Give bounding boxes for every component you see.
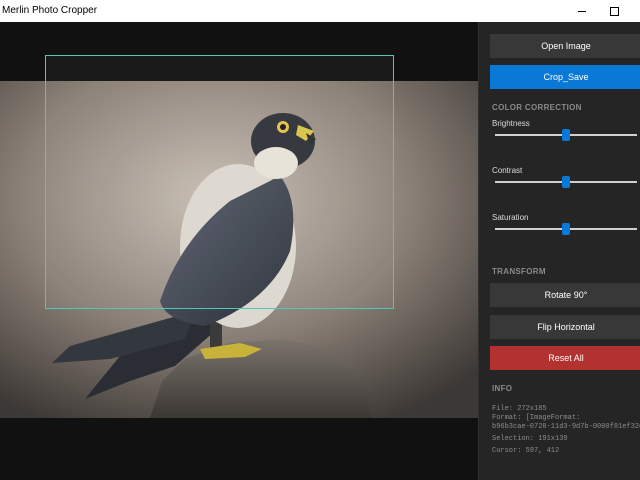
- open-image-button[interactable]: Open Image: [490, 34, 640, 58]
- info-selection: Selection: 191x139: [492, 435, 568, 443]
- crop-selection[interactable]: [45, 55, 394, 309]
- app-window: Merlin Photo Cropper Open Image Crop_Sav…: [0, 0, 640, 480]
- saturation-label: Saturation: [492, 213, 529, 222]
- info-heading: INFO: [492, 384, 513, 393]
- minimize-button[interactable]: [566, 0, 598, 22]
- info-format-guid: b96b3cae-0728-11d3-9d7b-0000f81ef32e]: [492, 423, 640, 431]
- contrast-slider[interactable]: [495, 175, 637, 189]
- title-bar: Merlin Photo Cropper: [0, 0, 640, 23]
- info-file: File: 272x185: [492, 405, 547, 413]
- info-cursor: Cursor: 597, 412: [492, 447, 560, 455]
- brightness-thumb[interactable]: [562, 129, 570, 141]
- transform-heading: TRANSFORM: [492, 267, 546, 276]
- brightness-label: Brightness: [492, 119, 530, 128]
- color-correction-heading: COLOR CORRECTION: [492, 103, 582, 112]
- letterbox-bottom: [0, 418, 478, 480]
- contrast-thumb[interactable]: [562, 176, 570, 188]
- reset-all-button[interactable]: Reset All: [490, 346, 640, 370]
- maximize-button[interactable]: [598, 0, 630, 22]
- saturation-slider[interactable]: [495, 222, 637, 236]
- crop-save-button[interactable]: Crop_Save: [490, 65, 640, 89]
- flip-horizontal-button[interactable]: Flip Horizontal: [490, 315, 640, 339]
- saturation-thumb[interactable]: [562, 223, 570, 235]
- maximize-icon: [609, 6, 619, 16]
- window-title: Merlin Photo Cropper: [2, 5, 98, 16]
- brightness-slider[interactable]: [495, 128, 637, 142]
- info-format: Format: [ImageFormat:: [492, 414, 581, 422]
- rotate-button[interactable]: Rotate 90°: [490, 283, 640, 307]
- control-panel: Open Image Crop_Save COLOR CORRECTION Br…: [478, 22, 640, 480]
- minimize-icon: [578, 10, 586, 12]
- close-button[interactable]: [630, 0, 640, 22]
- contrast-label: Contrast: [492, 166, 523, 175]
- image-canvas[interactable]: [0, 22, 478, 480]
